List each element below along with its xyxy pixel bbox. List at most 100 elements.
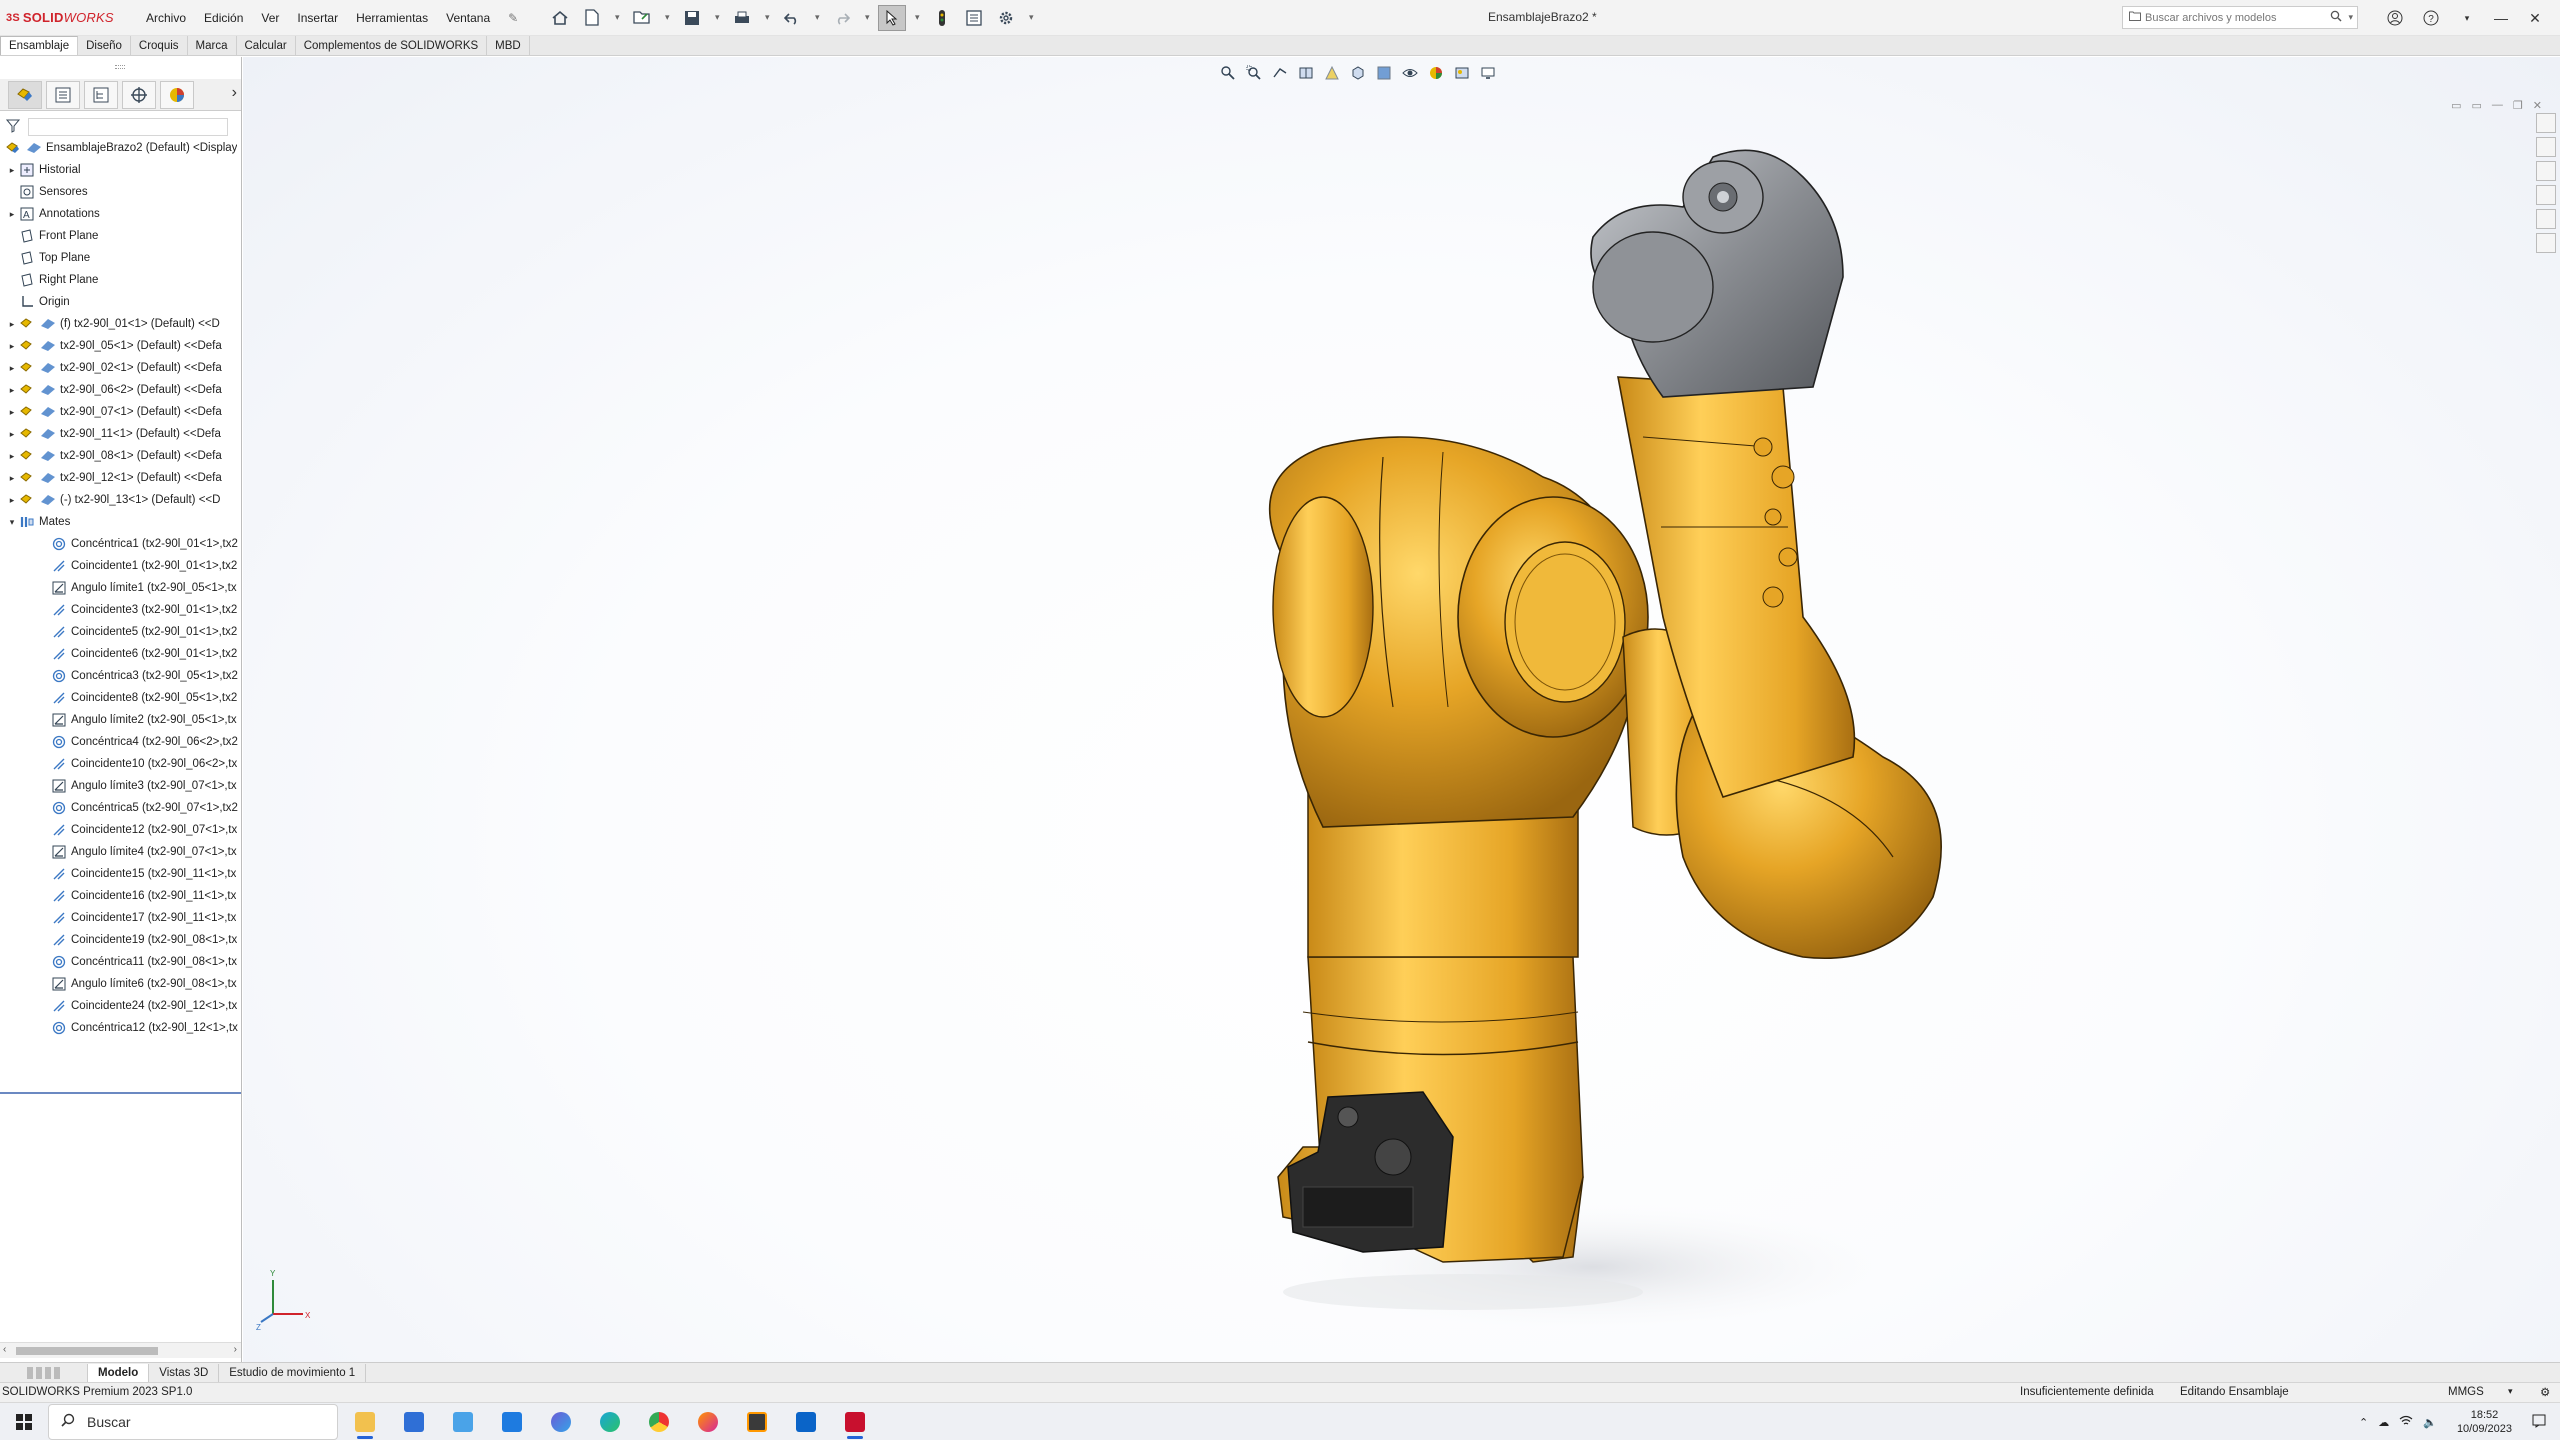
print-dropdown-icon[interactable]: ▾ bbox=[760, 5, 774, 31]
tree-item-mate[interactable]: Coincidente6 (tx2-90l_01<1>,tx2 bbox=[0, 643, 241, 665]
tab-complementos[interactable]: Complementos de SOLIDWORKS bbox=[296, 36, 488, 55]
tree-item-component[interactable]: ▸ tx2-90l_06<2> (Default) <<Defa bbox=[0, 379, 241, 401]
chrome-app-icon[interactable] bbox=[637, 1403, 681, 1441]
tree-item-mate[interactable]: Ángulo límite1 (tx2-90l_05<1>,tx bbox=[0, 577, 241, 599]
tree-item-mate[interactable]: Coincidente24 (tx2-90l_12<1>,tx bbox=[0, 995, 241, 1017]
minimize-button[interactable]: — bbox=[2486, 6, 2516, 30]
tab-nav-arrows[interactable] bbox=[0, 1363, 88, 1382]
tree-item-mate[interactable]: Coincidente8 (tx2-90l_05<1>,tx2 bbox=[0, 687, 241, 709]
minimize-icon[interactable] bbox=[2448, 6, 2478, 30]
solidworks-app-icon[interactable] bbox=[833, 1403, 877, 1441]
search-icon[interactable] bbox=[2330, 10, 2342, 25]
tree-item-mate[interactable]: Ángulo límite3 (tx2-90l_07<1>,tx bbox=[0, 775, 241, 797]
tab-marca[interactable]: Marca bbox=[188, 36, 237, 55]
tab-estudio-movimiento[interactable]: Estudio de movimiento 1 bbox=[219, 1363, 367, 1382]
help-icon[interactable]: ? bbox=[2416, 6, 2446, 30]
search-files-input[interactable]: Buscar archivos y modelos ▾ bbox=[2122, 6, 2358, 29]
property-manager-tab-icon[interactable] bbox=[46, 80, 80, 109]
tree-item-historial[interactable]: ▸ Historial bbox=[0, 159, 241, 181]
chevron-right-icon[interactable]: ▸ bbox=[6, 363, 18, 374]
menu-edicion[interactable]: Edición bbox=[204, 11, 243, 25]
tree-item-mate[interactable]: Coincidente16 (tx2-90l_11<1>,tx bbox=[0, 885, 241, 907]
options-gear-icon[interactable] bbox=[992, 5, 1020, 31]
chevron-right-icon[interactable]: ▸ bbox=[6, 473, 18, 484]
chevron-right-icon[interactable]: ▸ bbox=[6, 407, 18, 418]
tree-item-component[interactable]: ▸ tx2-90l_11<1> (Default) <<Defa bbox=[0, 423, 241, 445]
open-dropdown-icon[interactable]: ▾ bbox=[660, 5, 674, 31]
robot-arm-model[interactable] bbox=[243, 57, 2560, 1362]
windows-start-icon[interactable] bbox=[0, 1403, 48, 1441]
print-icon[interactable] bbox=[728, 5, 756, 31]
chevron-right-icon[interactable]: ▸ bbox=[6, 165, 18, 176]
tree-filter-input[interactable] bbox=[28, 118, 228, 136]
tree-item-mate[interactable]: Coincidente10 (tx2-90l_06<2>,tx bbox=[0, 753, 241, 775]
tab-ensamblaje[interactable]: Ensamblaje bbox=[0, 36, 79, 55]
pin-icon[interactable]: ✎ bbox=[508, 11, 518, 25]
chevron-right-icon[interactable]: ▸ bbox=[6, 341, 18, 352]
tree-item-mate[interactable]: Coincidente19 (tx2-90l_08<1>,tx bbox=[0, 929, 241, 951]
options-dropdown-icon[interactable]: ▾ bbox=[1024, 5, 1038, 31]
file-properties-icon[interactable] bbox=[960, 5, 988, 31]
tree-item-mate[interactable]: Coincidente3 (tx2-90l_01<1>,tx2 bbox=[0, 599, 241, 621]
taskbar-search-box[interactable]: Buscar bbox=[48, 1403, 338, 1440]
search-dropdown-icon[interactable]: ▾ bbox=[2348, 12, 2353, 23]
redo-dropdown-icon[interactable]: ▾ bbox=[860, 5, 874, 31]
network-icon[interactable] bbox=[2399, 1415, 2413, 1430]
photos-app-icon[interactable] bbox=[441, 1403, 485, 1441]
tab-mbd[interactable]: MBD bbox=[487, 36, 530, 55]
tab-modelo[interactable]: Modelo bbox=[88, 1363, 150, 1382]
tray-expand-icon[interactable]: ⌃ bbox=[2359, 1416, 2368, 1429]
panel-splitter-handle[interactable] bbox=[115, 65, 125, 69]
open-icon[interactable] bbox=[628, 5, 656, 31]
chevron-right-icon[interactable]: ▸ bbox=[6, 495, 18, 506]
tree-item-mate[interactable]: Concéntrica1 (tx2-90l_01<1>,tx2 bbox=[0, 533, 241, 555]
undo-icon[interactable] bbox=[778, 5, 806, 31]
status-settings-icon[interactable]: ⚙ bbox=[2540, 1385, 2550, 1399]
undo-dropdown-icon[interactable]: ▾ bbox=[810, 5, 824, 31]
configuration-manager-tab-icon[interactable] bbox=[84, 80, 118, 109]
save-icon[interactable] bbox=[678, 5, 706, 31]
tree-item-mate[interactable]: Coincidente5 (tx2-90l_01<1>,tx2 bbox=[0, 621, 241, 643]
tree-item-mate[interactable]: Coincidente12 (tx2-90l_07<1>,tx bbox=[0, 819, 241, 841]
save-dropdown-icon[interactable]: ▾ bbox=[710, 5, 724, 31]
mail-app-icon[interactable] bbox=[490, 1403, 534, 1441]
file-explorer-app-icon[interactable] bbox=[343, 1403, 387, 1441]
tree-item-mate[interactable]: Coincidente15 (tx2-90l_11<1>,tx bbox=[0, 863, 241, 885]
volume-icon[interactable]: 🔈 bbox=[2423, 1416, 2437, 1429]
scrollbar-thumb[interactable] bbox=[16, 1347, 158, 1355]
tree-item-mate[interactable]: Coincidente17 (tx2-90l_11<1>,tx bbox=[0, 907, 241, 929]
sublime-app-icon[interactable] bbox=[735, 1403, 779, 1441]
dimxpert-tab-icon[interactable] bbox=[122, 80, 156, 109]
solidworks-logo[interactable]: 3S SOLID WORKS bbox=[6, 10, 136, 25]
menu-ventana[interactable]: Ventana bbox=[446, 11, 490, 25]
chevron-right-icon[interactable]: ▸ bbox=[6, 451, 18, 462]
tree-horizontal-scrollbar[interactable]: ‹ › bbox=[0, 1342, 241, 1358]
tree-item-component[interactable]: ▸ tx2-90l_12<1> (Default) <<Defa bbox=[0, 467, 241, 489]
chevron-right-icon[interactable]: ▸ bbox=[6, 209, 18, 220]
select-dropdown-icon[interactable]: ▾ bbox=[910, 5, 924, 31]
menu-herramientas[interactable]: Herramientas bbox=[356, 11, 428, 25]
taskbar-clock[interactable]: 18:52 10/09/2023 bbox=[2457, 1408, 2512, 1436]
tab-diseno[interactable]: Diseño bbox=[78, 36, 131, 55]
edge-app-icon[interactable] bbox=[588, 1403, 632, 1441]
firefox-app-icon[interactable] bbox=[686, 1403, 730, 1441]
feature-manager-tab-icon[interactable] bbox=[8, 80, 42, 109]
outlook-app-icon[interactable] bbox=[784, 1403, 828, 1441]
tree-item-mate[interactable]: Ángulo límite4 (tx2-90l_07<1>,tx bbox=[0, 841, 241, 863]
tree-item-top-plane[interactable]: Top Plane bbox=[0, 247, 241, 269]
tree-item-mate[interactable]: Concéntrica5 (tx2-90l_07<1>,tx2 bbox=[0, 797, 241, 819]
tree-root-assembly[interactable]: EnsamblajeBrazo2 (Default) <Display bbox=[0, 137, 241, 159]
menu-insertar[interactable]: Insertar bbox=[297, 11, 338, 25]
tree-item-right-plane[interactable]: Right Plane bbox=[0, 269, 241, 291]
tree-item-mate[interactable]: Coincidente1 (tx2-90l_01<1>,tx2 bbox=[0, 555, 241, 577]
tree-item-mates-folder[interactable]: ▾ Mates bbox=[0, 511, 241, 533]
new-document-icon[interactable] bbox=[578, 5, 606, 31]
tree-item-component[interactable]: ▸ (f) tx2-90l_01<1> (Default) <<D bbox=[0, 313, 241, 335]
chevron-right-icon[interactable]: ▸ bbox=[6, 319, 18, 330]
redo-icon[interactable] bbox=[828, 5, 856, 31]
tree-item-component[interactable]: ▸ tx2-90l_08<1> (Default) <<Defa bbox=[0, 445, 241, 467]
tree-item-component[interactable]: ▸ tx2-90l_05<1> (Default) <<Defa bbox=[0, 335, 241, 357]
chevron-right-icon[interactable]: › bbox=[232, 84, 237, 102]
tab-vistas-3d[interactable]: Vistas 3D bbox=[149, 1363, 220, 1382]
close-button[interactable]: ✕ bbox=[2520, 6, 2550, 30]
